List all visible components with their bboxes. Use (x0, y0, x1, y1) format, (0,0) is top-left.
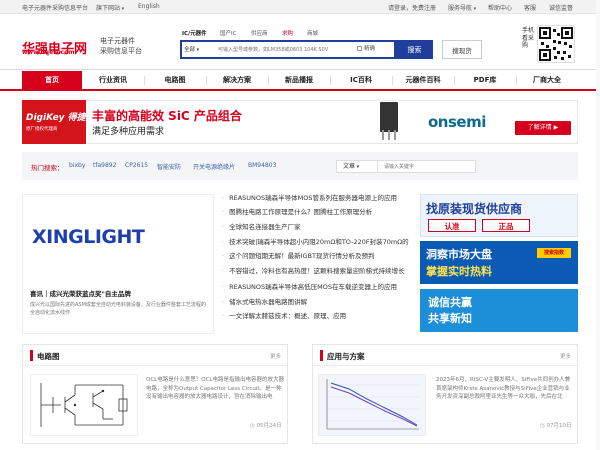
checkbox-icon[interactable] (357, 46, 362, 51)
search-tab-ic[interactable]: IC/元器件 (182, 29, 207, 37)
search-tab-domestic-ic[interactable]: 国产IC (220, 29, 236, 37)
search-scope-select[interactable]: 全部 (184, 45, 199, 53)
exact-match-checkbox[interactable]: 精确 (357, 44, 395, 52)
hot-search-term[interactable]: bixby (69, 162, 85, 169)
application-panel-title[interactable]: 应用与方案 (327, 351, 365, 362)
help-center-link[interactable]: 帮助中心 (488, 3, 512, 12)
ad3-line-2: 共享新知 (428, 312, 472, 325)
hot-search-term[interactable]: 智能安防 (157, 162, 181, 171)
top-bar: 电子元器件采购信息平台 旗下网站 English 请登录，免费注册 服务导航 帮… (0, 0, 600, 14)
nav-solutions[interactable]: 解决方案 (206, 71, 268, 90)
qr-code-icon (537, 25, 575, 63)
slogan-line-1: 电子元器件 (100, 37, 135, 45)
nav-industry-news[interactable]: 行业资讯 (82, 71, 144, 90)
customer-service-link[interactable]: 客服 (524, 3, 536, 12)
xinglight-logo: XINGLIGHT (32, 226, 145, 248)
news-item[interactable]: 技术突破|瑞森半导体超小内阻20mΩ和TO-220F封装70mΩ的 (222, 236, 412, 248)
find-stock-button[interactable]: 搜现货 (442, 40, 482, 59)
panel-accent-bar (320, 350, 323, 361)
ad2-line-1: 洞察市场大盘 (426, 248, 492, 261)
banner-subtitle: 满足多种应用需求 (92, 127, 165, 137)
panel-accent-bar (30, 350, 33, 361)
keyword-search-input[interactable] (378, 160, 476, 173)
chip-pin (388, 130, 390, 140)
news-item[interactable]: 这个问题短期无解！最新IGBT现货行情分析及预判 (222, 250, 412, 262)
news-item[interactable]: REASUNOS瑞森半导体高低压MOS在车载逆变器上的应用 (222, 281, 412, 293)
nav-component-wiki[interactable]: 元器件百科 (392, 71, 454, 90)
site-description: 电子元器件采购信息平台 (22, 5, 89, 12)
ad2-line-2: 掌握实时热料 (426, 265, 492, 278)
chip-image (380, 102, 398, 132)
digikey-brand: DigiKey 得捷 (26, 113, 86, 123)
slogan-line-2: 采购信息平台 (100, 47, 142, 55)
feature-description: 成兴光以国际先进的ASM成套全自动光电封装设备，及行业器件整套工艺流程的全自动化… (30, 302, 206, 316)
banner-learn-more-button[interactable]: 了解详情 ▶ (515, 121, 571, 135)
application-thumbnail[interactable] (318, 374, 426, 436)
news-item[interactable]: 图腾柱电路工作原理是什么？图腾柱工作原理分析 (222, 206, 412, 218)
application-more-link[interactable]: 更多 (560, 352, 571, 360)
network-sites-link[interactable]: 旗下网站 (96, 3, 124, 12)
search-button[interactable]: 搜索 (396, 40, 433, 59)
scrollbar-track[interactable] (596, 0, 600, 450)
ad1-tag-genuine: 正品 (482, 219, 530, 232)
ad1-title: 找原装现货供应商 (426, 202, 523, 216)
nav-ic-wiki[interactable]: IC百科 (330, 71, 392, 90)
circuit-more-link[interactable]: 更多 (270, 352, 281, 360)
chip-pin (382, 130, 384, 140)
news-item[interactable]: 一文详解太赫兹技术：概述、原理、应用 (222, 310, 412, 322)
news-item[interactable]: 储水式电热水器电路图讲解 (222, 296, 412, 308)
integrity-link[interactable]: 诚信监督 (549, 3, 573, 12)
search-tab-supplier[interactable]: 供应商 (251, 29, 268, 37)
circuit-diagram-thumbnail[interactable] (30, 374, 138, 436)
login-register-link[interactable]: 请登录，免费注册 (388, 3, 436, 12)
nav-circuits[interactable]: 电路图 (144, 71, 206, 90)
hot-search-term[interactable]: CP2615 (125, 162, 148, 169)
circuit-panel-title[interactable]: 电路图 (37, 351, 60, 362)
hot-search-term[interactable]: tfa9892 (93, 162, 116, 169)
banner-title: 丰富的高能效 SiC 产品组合 (92, 109, 242, 123)
nav-home[interactable]: 首页 (22, 71, 82, 90)
chip-pin (394, 130, 396, 140)
panel-header (23, 345, 287, 366)
site-logo-url: www.hqew.com (22, 49, 75, 56)
article-category-select[interactable]: 文章 (336, 160, 378, 173)
hot-search-term[interactable]: BM94803 (248, 162, 276, 169)
nav-pdf-library[interactable]: PDF库 (454, 71, 516, 90)
english-link[interactable]: English (138, 3, 160, 10)
services-nav-link[interactable]: 服务导航 (448, 3, 476, 12)
search-tab-mall[interactable]: 商城 (307, 29, 318, 37)
circuit-article-summary[interactable]: OCL电路是什么意思？OCL电路是指输出电容器的放大器电路，全称为Output … (146, 376, 284, 402)
hot-search-label: 热门搜索： (31, 164, 64, 172)
nav-manufacturers[interactable]: 厂商大全 (516, 71, 578, 90)
digikey-subtitle: 原厂授权代理商 (26, 127, 58, 132)
nav-new-products[interactable]: 新品播报 (268, 71, 330, 90)
search-input[interactable] (218, 43, 356, 56)
application-article-date: 07月10日 (540, 421, 572, 429)
onsemi-logo: onsemi (428, 113, 486, 131)
performance-graph-icon (319, 375, 425, 435)
hot-search-term[interactable]: 开关电源绝缘片 (193, 162, 235, 171)
feature-title[interactable]: 喜讯｜成兴光荣获蓝点奖"自主品牌 (30, 288, 131, 298)
news-item[interactable]: 全球知名连接器生产厂家 (222, 221, 412, 233)
ad1-tag-certified: 认准 (428, 219, 476, 232)
circuit-diagram-icon (40, 383, 128, 427)
mobile-label: 手机看采购 (522, 27, 535, 49)
circuit-article-date: 05月24日 (250, 421, 282, 429)
ad2-badge: 搜索指数 (537, 248, 571, 258)
news-item[interactable]: 不容错过，冷料也有高热度！这颗料搜索量迎阶梯式持续增长 (222, 265, 412, 277)
news-item[interactable]: REASUNOS瑞森半导体MOS管系列在服务器电源上的应用 (222, 192, 412, 204)
application-article-summary[interactable]: 2023年6月，RISC-V主要发明人、SiFive共同创办人兼首席架构师Krs… (436, 376, 574, 402)
search-tab-request[interactable]: 求购 (282, 29, 293, 37)
ad3-line-1: 诚信共赢 (428, 296, 472, 309)
exact-match-label: 精确 (364, 46, 376, 52)
